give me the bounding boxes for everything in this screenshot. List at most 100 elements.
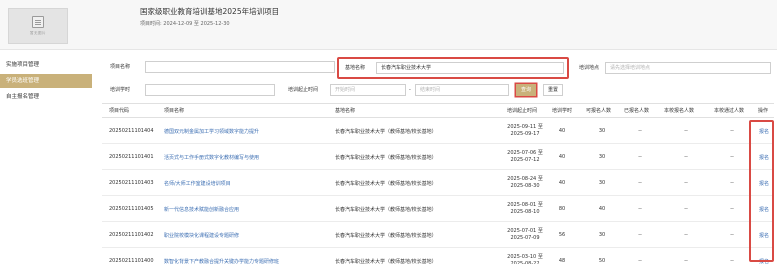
row-enrolled: -- (638, 232, 642, 238)
row-start: 2025-07-06 至 (507, 150, 543, 156)
project-title: 国家级职业教育培训基地2025年培训项目 (140, 7, 280, 16)
row-start: 2025-07-01 至 (507, 228, 543, 234)
image-placeholder-icon (32, 16, 44, 28)
date-separator: - (409, 87, 411, 93)
row-start: 2025-08-24 至 (507, 176, 543, 182)
row-enrolled: -- (638, 128, 642, 134)
row-start: 2025-08-01 至 (507, 202, 543, 208)
row-school-enrolled: -- (684, 154, 688, 160)
row-school-enrolled: -- (684, 128, 688, 134)
row-capacity: 30 (598, 180, 606, 186)
row-school-passed: -- (730, 128, 734, 134)
base-name-label: 基地名称 (345, 65, 366, 71)
start-date-input[interactable]: 开始时间 (330, 84, 406, 96)
row-base: 长春汽车职业技术大学（教师基地/校长基地） (335, 180, 437, 187)
sidebar-item-self-registration[interactable]: 自主报名管理 (0, 90, 92, 104)
row-base: 长春汽车职业技术大学（教师基地/校长基地） (335, 128, 437, 135)
row-period: 2025-08-24 至 2025-08-30 (505, 170, 545, 196)
sidebar-item-project-management[interactable]: 实施项目管理 (0, 58, 92, 72)
row-base: 长春汽车职业技术大学（教师基地/校长基地） (335, 232, 437, 239)
row-capacity: 30 (598, 128, 606, 134)
row-period: 2025-07-06 至 2025-07-12 (505, 144, 545, 170)
register-column-highlight (749, 120, 774, 262)
col-actions: 操作 (758, 108, 769, 114)
row-end: 2025-07-09 (510, 235, 540, 241)
project-time: 项目时间: 2024-12-09 至 2025-12-30 (140, 20, 230, 27)
row-project-link[interactable]: 数智化背景下产教融合提升关键办学能力专题研修班 (164, 248, 279, 264)
col-enrolled: 已报名人数 (624, 108, 650, 114)
sidebar: 实施项目管理 学员选班管理 自主报名管理 (0, 58, 92, 104)
row-code: 20250211101403 (109, 180, 154, 186)
row-project-link[interactable]: 职业院校模块化课程建设专题研修 (164, 222, 239, 248)
row-hours: 40 (558, 180, 566, 186)
project-time-range: 2024-12-09 至 2025-12-30 (163, 21, 230, 27)
col-capacity: 可报名人数 (586, 108, 612, 114)
location-select[interactable]: 请先选择培训地点 (605, 62, 771, 74)
sidebar-item-class-selection[interactable]: 学员选班管理 (0, 74, 92, 88)
project-name-input[interactable] (145, 61, 335, 73)
table-row: 20250211101400 数智化背景下产教融合提升关键办学能力专题研修班 长… (102, 248, 774, 264)
row-period: 2025-09-11 至 2025-09-17 (505, 118, 545, 144)
base-name-input[interactable]: 长春汽车职业技术大学 (376, 62, 564, 74)
col-base-name: 基地名称 (335, 108, 356, 114)
row-school-passed: -- (730, 232, 734, 238)
row-code: 20250211101405 (109, 206, 154, 212)
row-project-link[interactable]: 活页式与工作手册式数字化教材编写与使用 (164, 144, 259, 170)
row-end: 2025-09-17 (510, 131, 540, 137)
table-header: 项目代码 项目名称 基地名称 培训起止时间 培训学时 可报名人数 已报名人数 本… (102, 104, 774, 118)
row-code: 20250211101404 (109, 128, 154, 134)
hours-input[interactable] (145, 84, 275, 96)
hours-label: 培训学时 (110, 87, 131, 93)
row-period: 2025-08-01 至 2025-08-10 (505, 196, 545, 222)
row-project-link[interactable]: 名师/大师工作室建设培训项目 (164, 170, 231, 196)
col-school-enrolled: 本校报名人数 (664, 108, 695, 114)
row-school-enrolled: -- (684, 232, 688, 238)
col-project-name: 项目名称 (164, 108, 185, 114)
row-hours: 48 (558, 258, 566, 264)
col-hours: 培训学时 (552, 108, 573, 114)
row-school-passed: -- (730, 154, 734, 160)
row-end: 2025-08-30 (510, 183, 540, 189)
col-school-passed: 本校通过人数 (714, 108, 745, 114)
project-name-label: 项目名称 (110, 64, 131, 70)
row-hours: 40 (558, 154, 566, 160)
end-date-input[interactable]: 结束时间 (415, 84, 509, 96)
row-capacity: 30 (598, 232, 606, 238)
table-row: 20250211101403 名师/大师工作室建设培训项目 长春汽车职业技术大学… (102, 170, 774, 196)
col-training-period: 培训起止时间 (507, 108, 538, 114)
row-base: 长春汽车职业技术大学（教师基地/校长基地） (335, 154, 437, 161)
row-school-enrolled: -- (684, 180, 688, 186)
row-start: 2025-09-11 至 (507, 124, 543, 130)
table-row: 20250211101401 活页式与工作手册式数字化教材编写与使用 长春汽车职… (102, 144, 774, 170)
row-school-passed: -- (730, 180, 734, 186)
reset-button[interactable]: 重置 (543, 84, 563, 96)
row-end: 2025-08-10 (510, 209, 540, 215)
row-period: 2025-03-10 至 2025-08-22 (505, 248, 545, 264)
row-base: 长春汽车职业技术大学（教师基地/校长基地） (335, 258, 437, 264)
row-period: 2025-07-01 至 2025-07-09 (505, 222, 545, 248)
projects-table: 项目代码 项目名称 基地名称 培训起止时间 培训学时 可报名人数 已报名人数 本… (102, 103, 774, 264)
location-label: 培训地点 (579, 65, 600, 71)
row-enrolled: -- (638, 154, 642, 160)
row-school-enrolled: -- (684, 258, 688, 264)
project-thumbnail: 暂无图片 (8, 8, 68, 44)
table-row: 20250211101405 新一代信息技术赋能创新融合应用 长春汽车职业技术大… (102, 196, 774, 222)
thumbnail-caption: 暂无图片 (30, 31, 46, 35)
row-capacity: 40 (598, 206, 606, 212)
row-hours: 56 (558, 232, 566, 238)
row-code: 20250211101402 (109, 232, 154, 238)
row-enrolled: -- (638, 258, 642, 264)
project-time-label: 项目时间: (140, 21, 162, 27)
row-capacity: 50 (598, 258, 606, 264)
row-school-enrolled: -- (684, 206, 688, 212)
project-header: 暂无图片 国家级职业教育培训基地2025年培训项目 项目时间: 2024-12-… (0, 0, 777, 50)
search-button[interactable]: 查询 (516, 84, 536, 96)
row-school-passed: -- (730, 258, 734, 264)
row-code: 20250211101400 (109, 258, 154, 264)
row-code: 20250211101401 (109, 154, 154, 160)
row-project-link[interactable]: 德国双元制金属加工学习领域数字能力提升 (164, 118, 259, 144)
row-project-link[interactable]: 新一代信息技术赋能创新融合应用 (164, 196, 239, 222)
row-school-passed: -- (730, 206, 734, 212)
period-label: 培训起止时间 (288, 87, 319, 93)
row-enrolled: -- (638, 180, 642, 186)
